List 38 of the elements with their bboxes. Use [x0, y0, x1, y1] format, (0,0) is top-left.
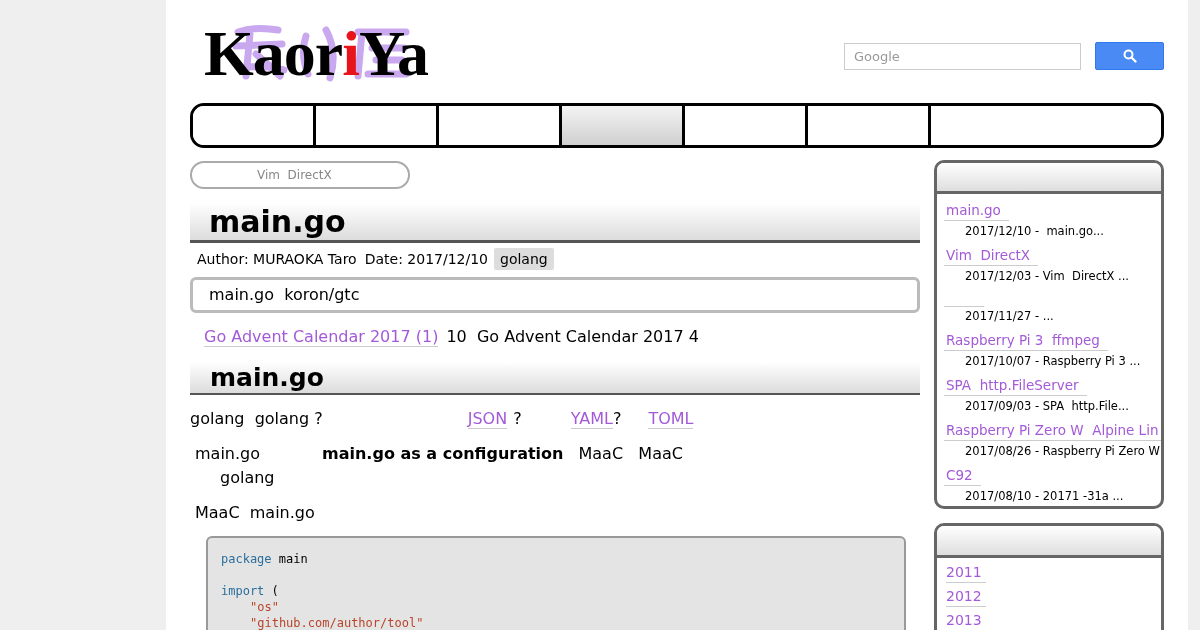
post-link[interactable]: main.go	[944, 201, 1009, 221]
breadcrumb[interactable]: Vim DirectX	[190, 161, 410, 189]
intro-paragraph: Go Advent Calendar 2017 (1) 10 Go Advent Calendar 2017 4	[203, 326, 700, 349]
search-icon	[1122, 49, 1137, 63]
section-heading: main.go	[190, 362, 920, 395]
link[interactable]: TOML	[648, 409, 694, 429]
tag[interactable]: golang	[494, 248, 554, 270]
logo[interactable]: KaoriYa	[204, 22, 436, 86]
nav-tab[interactable]	[562, 106, 685, 145]
post-link[interactable]: C92	[944, 466, 981, 486]
date-text: Date: 2017/12/10	[364, 249, 488, 269]
post-link[interactable]: SPA http.FileServer	[944, 376, 1087, 396]
post-link[interactable]: Vim DirectX	[944, 246, 1039, 266]
link[interactable]: Go Advent Calendar 2017 (1)	[204, 327, 439, 347]
year-link[interactable]: 2012	[946, 586, 986, 607]
year-link[interactable]: 2013	[946, 610, 986, 630]
post-excerpt: 2017/10/07 - Raspberry Pi 3 ...	[964, 353, 1142, 370]
post-excerpt: 2017/08/26 - Raspberry Pi Zero W	[964, 443, 1161, 460]
nav-tab[interactable]	[193, 106, 316, 145]
code-block: package main import ( "os" "github.com/author/tool"	[206, 536, 906, 630]
paragraph: golang golang ? JSON ? YAML? TOML	[190, 408, 695, 431]
article-title: main.go	[190, 203, 920, 243]
post-excerpt: 2017/12/10 - main.go...	[964, 223, 1105, 240]
year-link[interactable]: 2011	[946, 562, 986, 583]
paragraph: main.go main.go as a configuration MaaC MaaC golang	[194, 443, 684, 489]
post-link[interactable]: Raspberry Pi Zero W Alpine Lin	[944, 421, 1161, 441]
post-excerpt: 2017/11/27 - ...	[964, 308, 1055, 325]
post-link[interactable]: Raspberry Pi 3 ffmpeg	[944, 331, 1108, 351]
post-excerpt: 2017/08/10 - 20171 -31a ...	[964, 488, 1125, 505]
post-excerpt: 2017/09/03 - SPA http.File...	[964, 398, 1130, 415]
paragraph: MaaC main.go	[194, 502, 316, 524]
summary-box: main.go koron/gtc	[190, 277, 920, 313]
link[interactable]: JSON	[467, 409, 508, 429]
link[interactable]: YAML	[570, 409, 613, 429]
author-text: Author: MURAOKA Taro	[197, 249, 357, 269]
post-excerpt: 2017/12/03 - Vim DirectX ...	[964, 268, 1130, 285]
search-field[interactable]: Google	[844, 42, 1081, 70]
search-button[interactable]	[1095, 42, 1164, 70]
